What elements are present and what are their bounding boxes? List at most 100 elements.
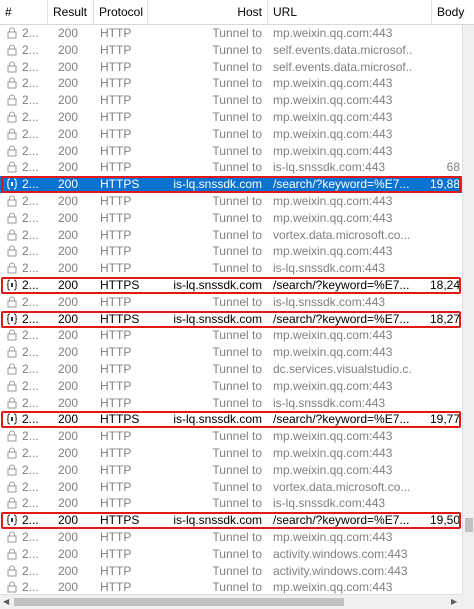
session-result: 200 xyxy=(57,530,79,544)
session-result: 200 xyxy=(57,580,79,594)
session-url: mp.weixin.qq.com:443 xyxy=(273,244,393,259)
session-row[interactable]: 2... 200 HTTP Tunnel to is-lq.snssdk.com:443 xyxy=(0,260,462,277)
column-header-host[interactable]: Host xyxy=(148,0,268,24)
session-row[interactable]: 2... 200 HTTP Tunnel to self.events.data.mic… xyxy=(0,59,462,76)
session-row[interactable]: 2... 200 HTTP Tunnel to mp.weixin.qq.com:443 xyxy=(0,126,462,143)
session-body-size: 68 xyxy=(446,160,460,175)
session-host: is-lq.snssdk.com xyxy=(173,513,262,528)
session-row[interactable]: 2... 200 HTTP Tunnel to mp.weixin.qq.com:443 xyxy=(0,243,462,260)
session-host: Tunnel to xyxy=(212,126,262,141)
lock-icon xyxy=(6,346,18,358)
session-row[interactable]: 2... 200 HTTP Tunnel to is-lq.snssdk.com:443… xyxy=(0,159,462,176)
session-url: dc.services.visualstudio.c... xyxy=(273,362,413,376)
lock-icon xyxy=(6,94,18,106)
session-body-size xyxy=(414,25,460,42)
session-row[interactable]: 2... 200 HTTP Tunnel to mp.weixin.qq.com:443 xyxy=(0,210,462,227)
session-row[interactable]: 2... 200 HTTP Tunnel to vortex.data.microsof… xyxy=(0,479,462,496)
session-row[interactable]: 2... 200 HTTP Tunnel to mp.weixin.qq.com:443 xyxy=(0,445,462,462)
session-url: mp.weixin.qq.com:443 xyxy=(273,462,393,477)
session-row[interactable]: 2... 200 HTTP Tunnel to mp.weixin.qq.com:443 xyxy=(0,378,462,395)
session-number: 2... xyxy=(22,446,39,460)
session-body-size: 18,27 xyxy=(429,311,460,326)
session-host: Tunnel to xyxy=(212,261,262,276)
json-icon xyxy=(6,178,18,190)
session-row[interactable]: 2... 200 HTTP Tunnel to mp.weixin.qq.com:443 xyxy=(0,579,462,594)
lock-icon xyxy=(6,128,18,140)
vertical-scroll-thumb[interactable] xyxy=(465,518,473,532)
session-url: mp.weixin.qq.com:443 xyxy=(273,76,393,91)
session-body-size: 18,24 xyxy=(429,278,460,292)
column-header-url[interactable]: URL xyxy=(268,0,432,24)
session-row[interactable]: 2... 200 HTTP Tunnel to is-lq.snssdk.com:443 xyxy=(0,395,462,412)
session-row[interactable]: 2... 200 HTTP Tunnel to is-lq.snssdk.com:443 xyxy=(0,294,462,311)
session-url: mp.weixin.qq.com:443 xyxy=(273,328,393,343)
session-row[interactable]: 2... 200 HTTP Tunnel to activity.windows.com… xyxy=(0,563,462,580)
lock-icon xyxy=(6,61,18,73)
session-body-size xyxy=(414,193,460,210)
session-row[interactable]: 2... 200 HTTPS is-lq.snssdk.com/search/?key… xyxy=(0,176,462,193)
session-host: is-lq.snssdk.com xyxy=(173,177,262,192)
lock-icon xyxy=(6,531,18,543)
column-header-result[interactable]: Result xyxy=(48,0,94,24)
session-result: 200 xyxy=(57,513,79,528)
session-row[interactable]: 2... 200 HTTP Tunnel to mp.weixin.qq.com:443 xyxy=(0,75,462,92)
session-row[interactable]: 2... 200 HTTPS is-lq.snssdk.com/search/?key… xyxy=(0,311,462,328)
session-result: 200 xyxy=(57,278,79,292)
session-row[interactable]: 2... 200 HTTP Tunnel to mp.weixin.qq.com:443 xyxy=(0,92,462,109)
session-row[interactable]: 2... 200 HTTP Tunnel to mp.weixin.qq.com:443 xyxy=(0,529,462,546)
session-row[interactable]: 2... 200 HTTP Tunnel to mp.weixin.qq.com:443 xyxy=(0,25,462,42)
session-row[interactable]: 2... 200 HTTP Tunnel to self.events.data.mic… xyxy=(0,42,462,59)
session-row[interactable]: 2... 200 HTTP Tunnel to mp.weixin.qq.com:443 xyxy=(0,193,462,210)
lock-icon xyxy=(6,397,18,409)
session-row[interactable]: 2... 200 HTTP Tunnel to mp.weixin.qq.com:443 xyxy=(0,344,462,361)
session-row[interactable]: 2... 200 HTTP Tunnel to dc.services.visualst… xyxy=(0,361,462,378)
session-number: 2... xyxy=(22,378,39,393)
session-row[interactable]: 2... 200 HTTP Tunnel to mp.weixin.qq.com:443 xyxy=(0,327,462,344)
horizontal-scrollbar[interactable]: ◀ ▶ xyxy=(0,594,462,609)
session-host: Tunnel to xyxy=(212,194,262,208)
scroll-left-arrow-icon[interactable]: ◀ xyxy=(3,597,9,607)
session-number: 2... xyxy=(22,462,39,477)
lock-icon xyxy=(6,262,18,274)
session-result: 200 xyxy=(57,227,79,242)
session-row[interactable]: 2... 200 HTTP Tunnel to mp.weixin.qq.com:443 xyxy=(0,109,462,126)
session-row[interactable]: 2... 200 HTTP Tunnel to is-lq.snssdk.com:443 xyxy=(0,495,462,512)
session-row[interactable]: 2... 200 HTTP Tunnel to mp.weixin.qq.com:443 xyxy=(0,143,462,160)
session-result: 200 xyxy=(57,362,79,376)
session-row[interactable]: 2... 200 HTTP Tunnel to activity.windows.com… xyxy=(0,546,462,563)
session-row[interactable]: 2... 200 HTTPS is-lq.snssdk.com/search/?key… xyxy=(0,512,462,529)
session-host: Tunnel to xyxy=(212,563,262,578)
column-header-body[interactable]: Body xyxy=(432,0,474,24)
session-number: 2... xyxy=(22,513,39,528)
session-host: Tunnel to xyxy=(212,210,262,225)
column-header-num[interactable]: # xyxy=(0,0,48,24)
column-header-protocol[interactable]: Protocol xyxy=(94,0,148,24)
session-number: 2... xyxy=(22,76,39,91)
session-url: is-lq.snssdk.com:443 xyxy=(273,261,386,276)
session-row[interactable]: 2... 200 HTTP Tunnel to vortex.data.microsof… xyxy=(0,227,462,244)
session-result: 200 xyxy=(57,261,79,276)
horizontal-scroll-thumb[interactable] xyxy=(14,598,344,606)
session-result: 200 xyxy=(57,59,79,74)
session-row[interactable]: 2... 200 HTTPS is-lq.snssdk.com/search/?key… xyxy=(0,277,462,294)
scroll-right-arrow-icon[interactable]: ▶ xyxy=(451,597,457,607)
session-url: self.events.data.microsof... xyxy=(273,42,413,57)
session-body-size xyxy=(414,327,460,344)
session-number: 2... xyxy=(22,563,39,578)
session-url: /search/?keyword=%E7... xyxy=(273,177,410,192)
session-number: 2... xyxy=(22,496,39,511)
session-host: Tunnel to xyxy=(212,362,262,376)
session-row[interactable]: 2... 200 HTTPS is-lq.snssdk.com/search/?key… xyxy=(0,411,462,428)
session-row[interactable]: 2... 200 HTTP Tunnel to mp.weixin.qq.com:443 xyxy=(0,462,462,479)
session-row[interactable]: 2... 200 HTTP Tunnel to mp.weixin.qq.com:443 xyxy=(0,428,462,445)
session-result: 200 xyxy=(57,378,79,393)
session-result: 200 xyxy=(57,143,79,158)
vertical-scrollbar[interactable] xyxy=(462,25,474,594)
session-host: Tunnel to xyxy=(212,345,262,360)
session-number: 2... xyxy=(22,580,39,594)
session-url: vortex.data.microsoft.co... xyxy=(273,227,411,242)
session-body-size xyxy=(414,59,460,76)
lock-icon xyxy=(6,464,18,476)
session-host: Tunnel to xyxy=(212,479,262,494)
session-host: Tunnel to xyxy=(212,530,262,544)
